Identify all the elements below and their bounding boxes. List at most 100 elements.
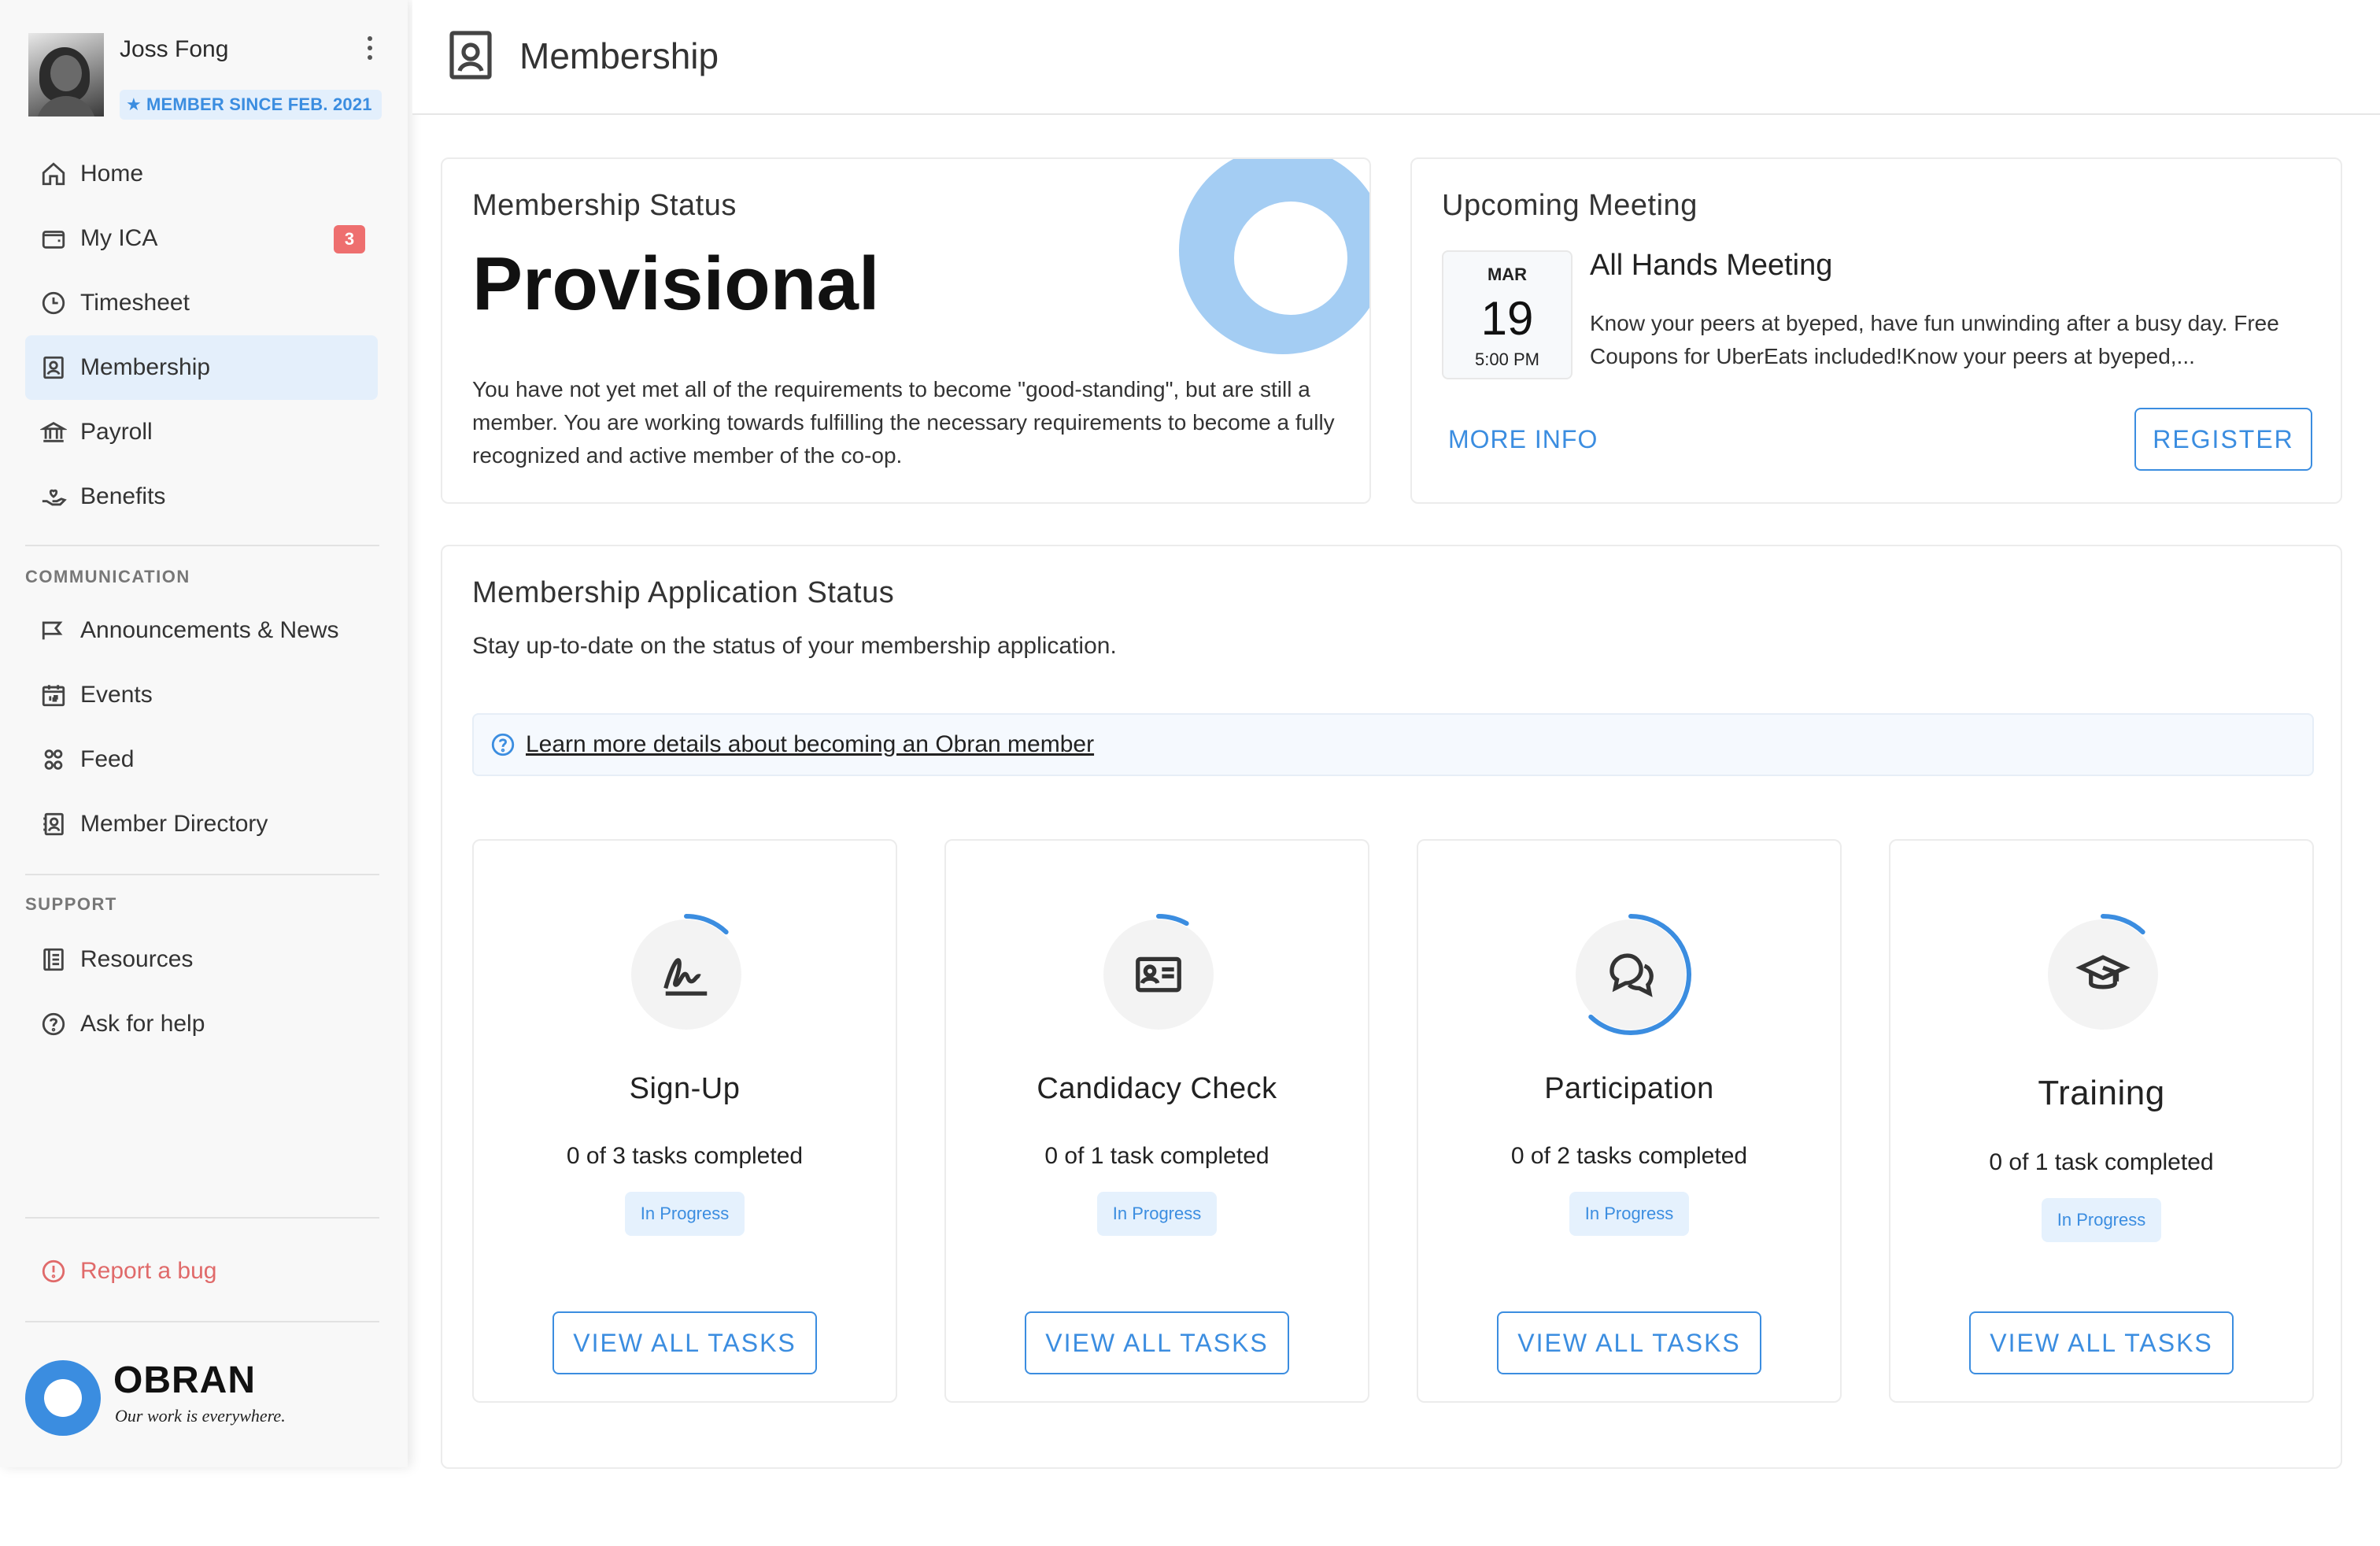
view-all-tasks-button[interactable]: VIEW ALL TASKS [1969, 1311, 2234, 1374]
report-bug-section: Report a bug [25, 1239, 378, 1304]
divider [25, 1217, 379, 1219]
meeting-date: MAR 19 5:00 PM [1442, 250, 1572, 379]
status-badge: In Progress [625, 1192, 745, 1236]
card-title: Upcoming Meeting [1442, 189, 1698, 222]
report-bug-label: Report a bug [80, 1258, 217, 1284]
chat-bubbles-icon [1576, 919, 1686, 1030]
status-badge: In Progress [2042, 1198, 2161, 1242]
sidebar-item-label: Member Directory [80, 811, 268, 837]
membership-status-description: You have not yet met all of the requirem… [472, 377, 1335, 468]
sidebar-item-my-ica[interactable]: My ICA 3 [25, 206, 378, 271]
id-badge-icon [39, 353, 68, 382]
step-progress [1096, 912, 1221, 1037]
step-card-sign-up: Sign-Up 0 of 3 tasks completed In Progre… [472, 839, 897, 1403]
sidebar-item-benefits[interactable]: Benefits [25, 464, 378, 529]
step-card-training: Training 0 of 1 task completed In Progre… [1889, 839, 2314, 1403]
logo-name: OBRAN [113, 1359, 256, 1401]
hand-heart-icon [39, 483, 68, 511]
megaphone-icon [39, 616, 68, 645]
more-info-link[interactable]: MORE INFO [1448, 425, 1598, 454]
user-profile: Joss Fong ★ MEMBER SINCE FEB. 2021 [28, 33, 390, 120]
people-icon [39, 745, 68, 774]
divider [25, 874, 379, 875]
membership-status-value: Provisional [472, 242, 880, 326]
upcoming-meeting-card: Upcoming Meeting MAR 19 5:00 PM All Hand… [1410, 157, 2342, 504]
sidebar-item-label: Ask for help [80, 1011, 205, 1037]
sidebar-item-label: Timesheet [80, 290, 190, 316]
sidebar: Joss Fong ★ MEMBER SINCE FEB. 2021 Home … [0, 0, 408, 1467]
calendar-icon [39, 681, 68, 709]
logo-ring-icon [25, 1360, 101, 1436]
step-name: Candidacy Check [1037, 1072, 1277, 1105]
sidebar-item-membership[interactable]: Membership [25, 335, 378, 400]
graduation-cap-icon [2048, 919, 2158, 1030]
member-since-label: MEMBER SINCE FEB. 2021 [146, 94, 372, 114]
home-icon [39, 160, 68, 188]
step-name: Training [2038, 1074, 2165, 1112]
view-all-tasks-button[interactable]: VIEW ALL TASKS [552, 1311, 817, 1374]
sidebar-item-label: My ICA [80, 225, 158, 251]
sidebar-item-resources[interactable]: Resources [25, 927, 378, 992]
clock-icon [39, 289, 68, 317]
meeting-time: 5:00 PM [1475, 350, 1539, 369]
notification-count-badge: 3 [334, 225, 365, 253]
step-card-candidacy-check: Candidacy Check 0 of 1 task completed In… [944, 839, 1369, 1403]
contacts-icon [39, 810, 68, 838]
status-badge: In Progress [1097, 1192, 1217, 1236]
report-bug-link[interactable]: Report a bug [25, 1239, 378, 1304]
page-header: Membership [412, 0, 2380, 115]
member-since-badge: ★ MEMBER SINCE FEB. 2021 [120, 90, 382, 120]
sidebar-item-label: Resources [80, 946, 194, 972]
view-all-tasks-button[interactable]: VIEW ALL TASKS [1497, 1311, 1761, 1374]
sidebar-item-label: Membership [80, 354, 211, 380]
application-status-card: Membership Application Status Stay up-to… [441, 545, 2342, 1469]
sidebar-item-label: Events [80, 682, 153, 708]
avatar[interactable] [28, 33, 104, 117]
divider [25, 545, 379, 546]
sidebar-item-label: Home [80, 161, 144, 187]
id-badge-icon [449, 30, 493, 80]
sidebar-item-timesheet[interactable]: Timesheet [25, 271, 378, 335]
page-title: Membership [519, 35, 719, 76]
meeting-description: Know your peers at byeped, have fun unwi… [1590, 311, 2279, 368]
status-ring-decoration [1179, 159, 1369, 354]
sidebar-item-payroll[interactable]: Payroll [25, 400, 378, 464]
obran-logo: OBRAN Our work is everywhere. [25, 1357, 387, 1436]
card-title: Membership Status [472, 189, 737, 222]
sidebar-item-announcements[interactable]: Announcements & News [25, 598, 378, 663]
card-title: Membership Application Status [472, 576, 895, 609]
step-name: Sign-Up [629, 1072, 741, 1105]
sidebar-item-ask-for-help[interactable]: Ask for help [25, 992, 378, 1056]
step-progress [2040, 912, 2166, 1037]
bank-icon [39, 418, 68, 446]
more-options-icon[interactable] [362, 33, 378, 65]
help-circle-icon [490, 731, 516, 758]
communication-nav: Announcements & News Events Feed Member … [25, 598, 378, 856]
learn-more-link[interactable]: Learn more details about becoming an Obr… [526, 731, 1094, 758]
membership-status-card: Membership Status Provisional You have n… [441, 157, 1371, 504]
sidebar-item-feed[interactable]: Feed [25, 727, 378, 792]
sidebar-item-events[interactable]: Events [25, 663, 378, 727]
question-icon [39, 1010, 68, 1038]
main-nav: Home My ICA 3 Timesheet Membership Payro… [25, 142, 378, 529]
sidebar-item-member-directory[interactable]: Member Directory [25, 792, 378, 856]
alert-circle-icon [39, 1257, 68, 1285]
sidebar-item-home[interactable]: Home [25, 142, 378, 206]
support-nav: Resources Ask for help [25, 927, 378, 1056]
info-banner: Learn more details about becoming an Obr… [472, 713, 2314, 776]
meeting-name: All Hands Meeting [1590, 249, 1833, 282]
divider [25, 1321, 379, 1322]
user-name: Joss Fong [120, 36, 229, 62]
status-badge: In Progress [1569, 1192, 1689, 1236]
sidebar-item-label: Announcements & News [80, 617, 339, 643]
sidebar-item-label: Payroll [80, 419, 153, 445]
register-button[interactable]: REGISTER [2134, 408, 2312, 471]
view-all-tasks-button[interactable]: VIEW ALL TASKS [1025, 1311, 1289, 1374]
step-tasks: 0 of 1 task completed [1989, 1149, 2214, 1175]
meeting-month: MAR [1487, 264, 1528, 284]
step-name: Participation [1544, 1072, 1714, 1105]
star-icon: ★ [126, 94, 142, 114]
wallet-icon [39, 224, 68, 253]
section-label-support: SUPPORT [25, 894, 117, 914]
book-icon [39, 945, 68, 974]
